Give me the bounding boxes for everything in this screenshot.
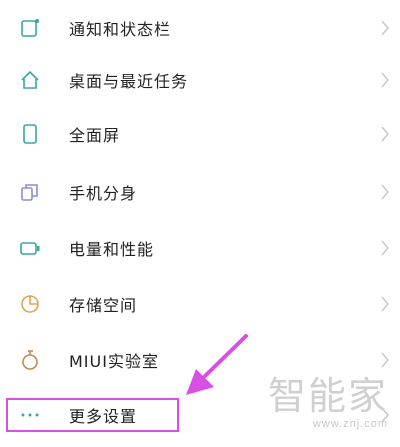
chevron-right-icon [380, 183, 390, 201]
settings-item-desktop[interactable]: 桌面与最近任务 [0, 52, 400, 108]
settings-item-label: MIUI实验室 [69, 352, 159, 371]
settings-item-label: 存储空间 [69, 296, 138, 315]
chevron-right-icon [380, 295, 390, 313]
settings-item-battery[interactable]: 电量和性能 [0, 220, 400, 276]
settings-item-storage[interactable]: 存储空间 [0, 276, 400, 332]
settings-item-label: 手机分身 [69, 184, 138, 203]
chevron-right-icon [380, 125, 390, 143]
chevron-right-icon [380, 71, 390, 89]
battery-icon [19, 237, 41, 259]
watermark-brand: 智能家 [267, 374, 388, 418]
phone-icon [19, 123, 41, 145]
storage-pie-icon [19, 293, 41, 315]
lab-flask-icon [19, 349, 41, 371]
settings-item-label: 桌面与最近任务 [69, 72, 189, 91]
highlight-box [6, 398, 179, 432]
watermark-url: www.znj.com [312, 418, 388, 430]
settings-item-notifications[interactable]: 通知和状态栏 [0, 0, 400, 56]
settings-item-label: 全面屏 [69, 126, 121, 145]
settings-item-dual-apps[interactable]: 手机分身 [0, 164, 400, 220]
settings-item-label: 电量和性能 [69, 240, 155, 259]
chevron-right-icon [380, 19, 390, 37]
watermark: 智能家 www.znj.com [268, 376, 388, 430]
chevron-right-icon [380, 351, 390, 369]
home-icon [19, 69, 41, 91]
settings-item-fullscreen[interactable]: 全面屏 [0, 106, 400, 162]
clone-icon [19, 181, 41, 203]
settings-item-label: 通知和状态栏 [69, 20, 172, 39]
chevron-right-icon [380, 239, 390, 257]
notification-bar-icon [19, 17, 41, 39]
